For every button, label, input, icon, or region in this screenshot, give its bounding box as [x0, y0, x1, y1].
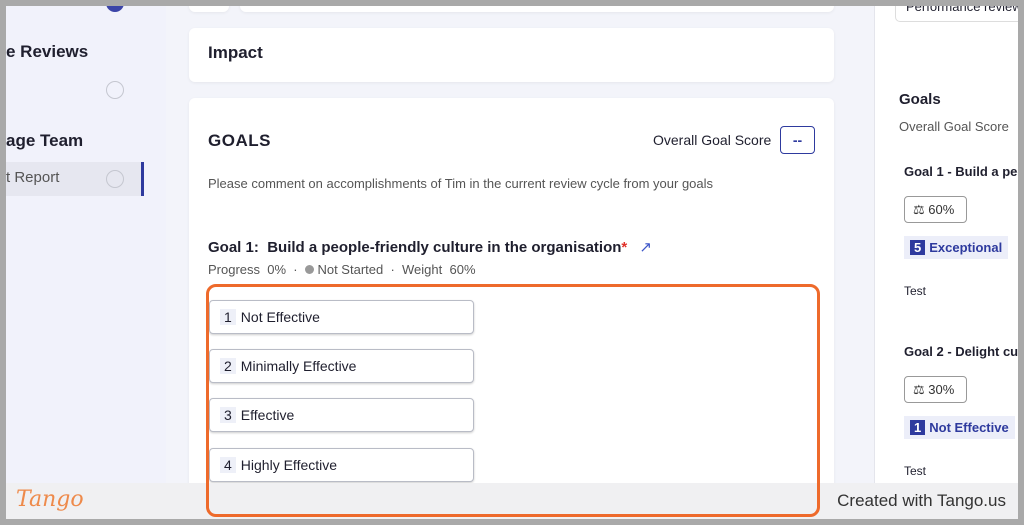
impact-title: Impact — [208, 43, 263, 62]
scale-icon: ⚖ — [913, 382, 925, 397]
right-panel: Performance review Goals Overall Goal Sc… — [874, 6, 1018, 519]
right-goal2-title: Goal 2 - Delight customers — [904, 344, 1018, 359]
sidebar-section: age Team — [6, 131, 84, 150]
goals-title: GOALS — [208, 131, 271, 150]
sidebar-item-label: t Report — [6, 169, 60, 186]
instruction-text: Please comment on accomplishments of Tim… — [208, 176, 714, 191]
tango-logo: Tango — [16, 487, 84, 512]
goal1-meta: Progress 0% · Not Started · Weight 60% — [208, 262, 476, 277]
sidebar-section: e Reviews — [6, 42, 89, 61]
weight-badge: ⚖ 60% — [904, 196, 967, 223]
overall-goal-score-label: Overall Goal Score — [653, 132, 772, 148]
top-card — [240, 6, 834, 12]
rating-badge: 5 Exceptional — [904, 236, 1009, 259]
right-overall-label: Overall Goal Score — [899, 119, 1009, 134]
top-card — [189, 6, 229, 12]
comment: Test — [904, 464, 927, 478]
credit-text: Created with Tango.us — [837, 491, 1006, 510]
step-circle-icon — [106, 81, 124, 99]
sidebar-item-report[interactable]: t Report — [6, 162, 143, 196]
rating-badge: 1 Not Effective — [904, 416, 1015, 439]
scale-icon: ⚖ — [913, 202, 925, 217]
status-dot-icon — [304, 265, 314, 274]
sidebar: e Reviews age Team t Report — [6, 6, 166, 519]
right-goals-title: Goals — [899, 91, 941, 108]
review-select[interactable]: Performance review — [895, 6, 1018, 22]
impact-card[interactable]: Impact — [189, 28, 834, 82]
weight-badge: ⚖ 30% — [904, 376, 967, 403]
comment: Test — [904, 284, 927, 298]
step-complete-icon — [106, 6, 124, 12]
overall-goal-score-button[interactable]: -- — [780, 126, 815, 154]
step-circle-icon — [106, 170, 124, 188]
highlight-box — [206, 284, 820, 517]
right-goal1-title: Goal 1 - Build a people — [904, 164, 1018, 179]
active-indicator — [141, 162, 144, 196]
external-link-icon[interactable]: ↗ — [639, 239, 652, 256]
goal1-title: Goal 1: Build a people-friendly culture … — [208, 239, 652, 256]
